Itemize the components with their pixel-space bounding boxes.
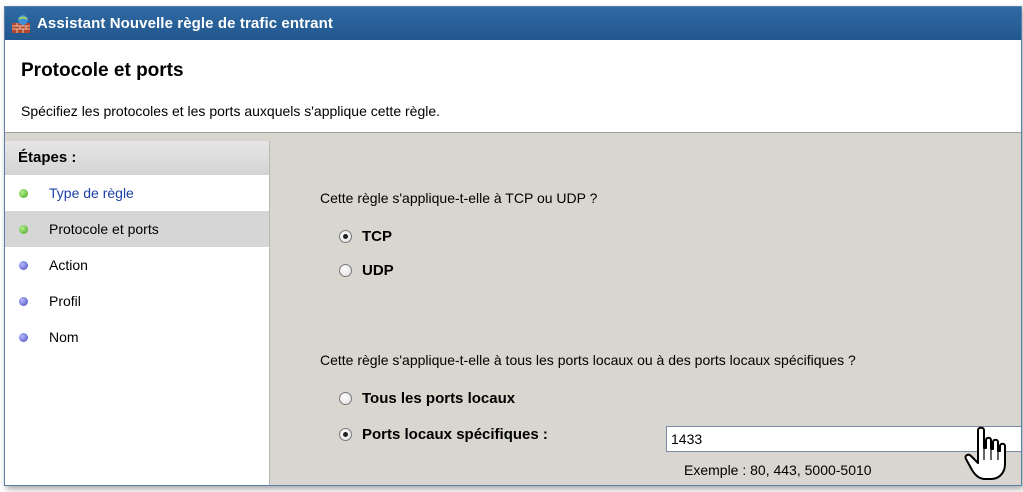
specific-ports-label: Ports locaux spécifiques : [362,426,548,443]
udp-radio-option[interactable]: UDP [339,262,394,279]
title-bar[interactable]: Assistant Nouvelle règle de trafic entra… [5,7,1021,40]
status-pending-icon [19,333,28,342]
step-label: Type de règle [49,185,134,201]
tcp-radio[interactable] [339,230,352,243]
steps-sidebar: Étapes : Type de règle Protocole et port… [5,141,270,485]
step-label: Nom [49,329,79,345]
tcp-label: TCP [362,228,392,245]
step-profil[interactable]: Profil [5,283,269,319]
steps-title: Étapes : [5,141,269,175]
specific-ports-radio-option[interactable]: Ports locaux spécifiques : [339,426,548,443]
tcp-radio-option[interactable]: TCP [339,228,392,245]
all-ports-label: Tous les ports locaux [362,390,516,407]
status-done-icon [19,225,28,234]
wizard-header: Protocole et ports Spécifiez les protoco… [5,40,1021,133]
ports-example-hint: Exemple : 80, 443, 5000-5010 [684,462,872,478]
step-label: Action [49,257,88,273]
step-label: Profil [49,293,81,309]
hand-pointer-icon [964,426,1006,480]
udp-label: UDP [362,262,394,279]
status-done-icon [19,189,28,198]
firewall-icon [12,14,30,33]
step-action[interactable]: Action [5,247,269,283]
status-pending-icon [19,261,28,270]
all-ports-radio-option[interactable]: Tous les ports locaux [339,390,515,407]
status-pending-icon [19,297,28,306]
wizard-window: Assistant Nouvelle règle de trafic entra… [4,6,1022,486]
protocol-question: Cette règle s'applique-t-elle à TCP ou U… [320,190,598,206]
page-title: Protocole et ports [21,60,184,81]
window-title: Assistant Nouvelle règle de trafic entra… [37,15,333,32]
page-subtitle: Spécifiez les protocoles et les ports au… [21,103,441,119]
step-type-de-regle[interactable]: Type de règle [5,175,269,211]
specific-ports-radio[interactable] [339,428,352,441]
content-panel: Cette règle s'applique-t-elle à TCP ou U… [273,141,1021,485]
udp-radio[interactable] [339,264,352,277]
all-ports-radio[interactable] [339,392,352,405]
step-label: Protocole et ports [49,221,159,237]
ports-question: Cette règle s'applique-t-elle à tous les… [320,352,856,368]
step-nom[interactable]: Nom [5,319,269,355]
step-protocole-et-ports[interactable]: Protocole et ports [5,211,269,247]
